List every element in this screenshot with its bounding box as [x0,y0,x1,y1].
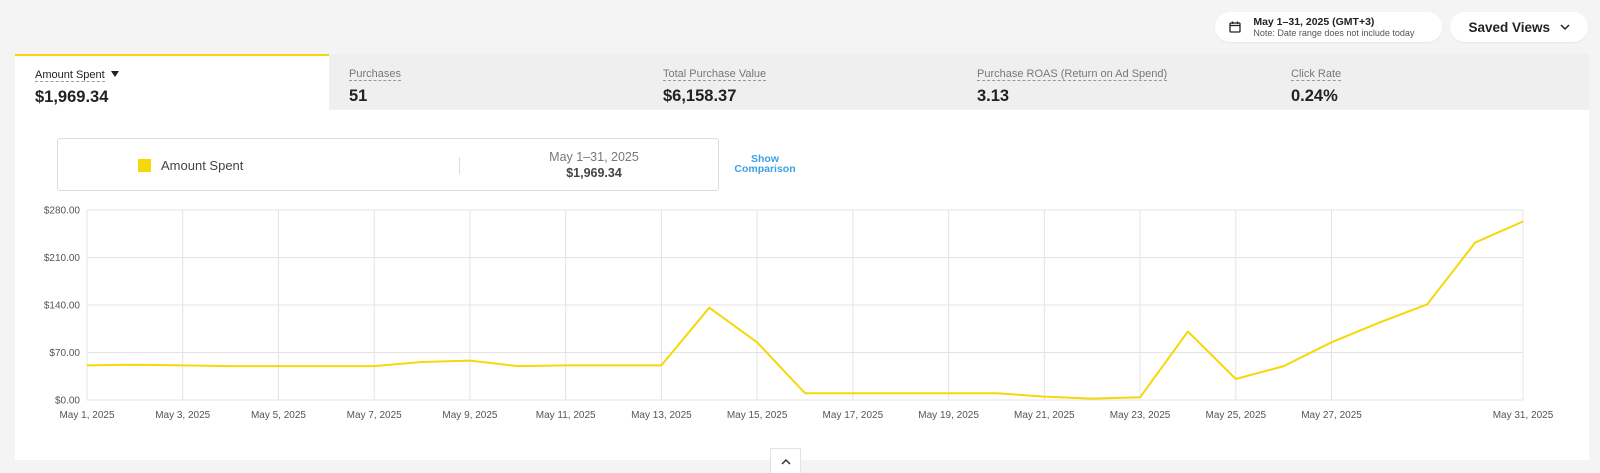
y-tick-label: $70.00 [49,348,80,359]
date-range-label: May 1–31, 2025 (GMT+3) [1253,16,1375,28]
tab-label: Purchase ROAS (Return on Ad Spend) [977,68,1168,81]
x-tick-label: May 13, 2025 [631,410,692,421]
y-tick-label: $210.00 [44,253,81,264]
x-tick-label: May 31, 2025 [1493,410,1554,421]
chevron-down-icon [1560,23,1570,30]
x-tick-label: May 5, 2025 [251,410,306,421]
metrics-card: Amount Spent $1,969.34 Purchases 51 Tota… [15,54,1589,460]
x-tick-label: May 9, 2025 [442,410,497,421]
tab-amount-spent[interactable]: Amount Spent $1,969.34 [15,54,329,110]
x-tick-label: May 1, 2025 [59,410,114,421]
show-comparison-link[interactable]: Show Comparison [727,154,803,175]
chevron-up-icon [781,458,791,465]
metric-tabs: Amount Spent $1,969.34 Purchases 51 Tota… [15,54,1589,110]
series-line-amount-spent [86,220,1524,400]
tab-purchases[interactable]: Purchases 51 [329,54,643,110]
collapse-chart-button[interactable] [770,448,801,473]
y-tick-label: $140.00 [44,301,81,312]
tab-value: 0.24% [1291,87,1338,105]
caret-down-icon[interactable] [110,70,119,77]
calendar-icon [1229,21,1241,33]
date-range-note: Note: Date range does not include today [1253,28,1415,38]
tab-label: Amount Spent [35,69,105,82]
tab-value: $6,158.37 [663,87,737,105]
x-tick-label: May 17, 2025 [823,410,884,421]
tab-label: Click Rate [1291,68,1342,81]
tab-label: Total Purchase Value [663,68,767,81]
saved-views-label: Saved Views [1468,19,1550,35]
y-tick-label: $280.00 [44,206,81,217]
chart-legend: Amount Spent May 1–31, 2025 $1,969.34 [57,138,719,191]
top-controls: May 1–31, 2025 (GMT+3) Note: Date range … [1215,12,1588,42]
saved-views-button[interactable]: Saved Views [1450,12,1588,42]
x-tick-label: May 19, 2025 [918,410,979,421]
x-tick-label: May 3, 2025 [155,410,210,421]
date-range-picker[interactable]: May 1–31, 2025 (GMT+3) Note: Date range … [1215,12,1443,42]
tab-total-purchase-value[interactable]: Total Purchase Value $6,158.37 [643,54,957,110]
x-tick-label: May 27, 2025 [1301,410,1362,421]
x-tick-label: May 7, 2025 [347,410,402,421]
x-tick-label: May 15, 2025 [727,410,788,421]
tab-purchase-roas[interactable]: Purchase ROAS (Return on Ad Spend) 3.13 [957,54,1271,110]
tab-label: Purchases [349,68,401,81]
legend-period: May 1–31, 2025 [549,150,639,164]
y-tick-label: $0.00 [55,396,80,407]
tab-value: 51 [349,87,368,105]
legend-series-name: Amount Spent [161,158,244,173]
tab-value: 3.13 [977,87,1010,105]
tab-click-rate[interactable]: Click Rate 0.24% [1271,54,1589,110]
x-tick-label: May 21, 2025 [1014,410,1075,421]
x-tick-label: May 11, 2025 [536,410,596,421]
legend-total: $1,969.34 [566,166,622,180]
x-tick-label: May 23, 2025 [1110,410,1171,421]
x-tick-label: May 25, 2025 [1205,410,1266,421]
line-chart: $0.00 $70.00 $140.00 $210.00 $280.00 May 1, 2… [44,206,1554,422]
legend-swatch [138,159,151,172]
tab-value: $1,969.34 [35,88,109,106]
